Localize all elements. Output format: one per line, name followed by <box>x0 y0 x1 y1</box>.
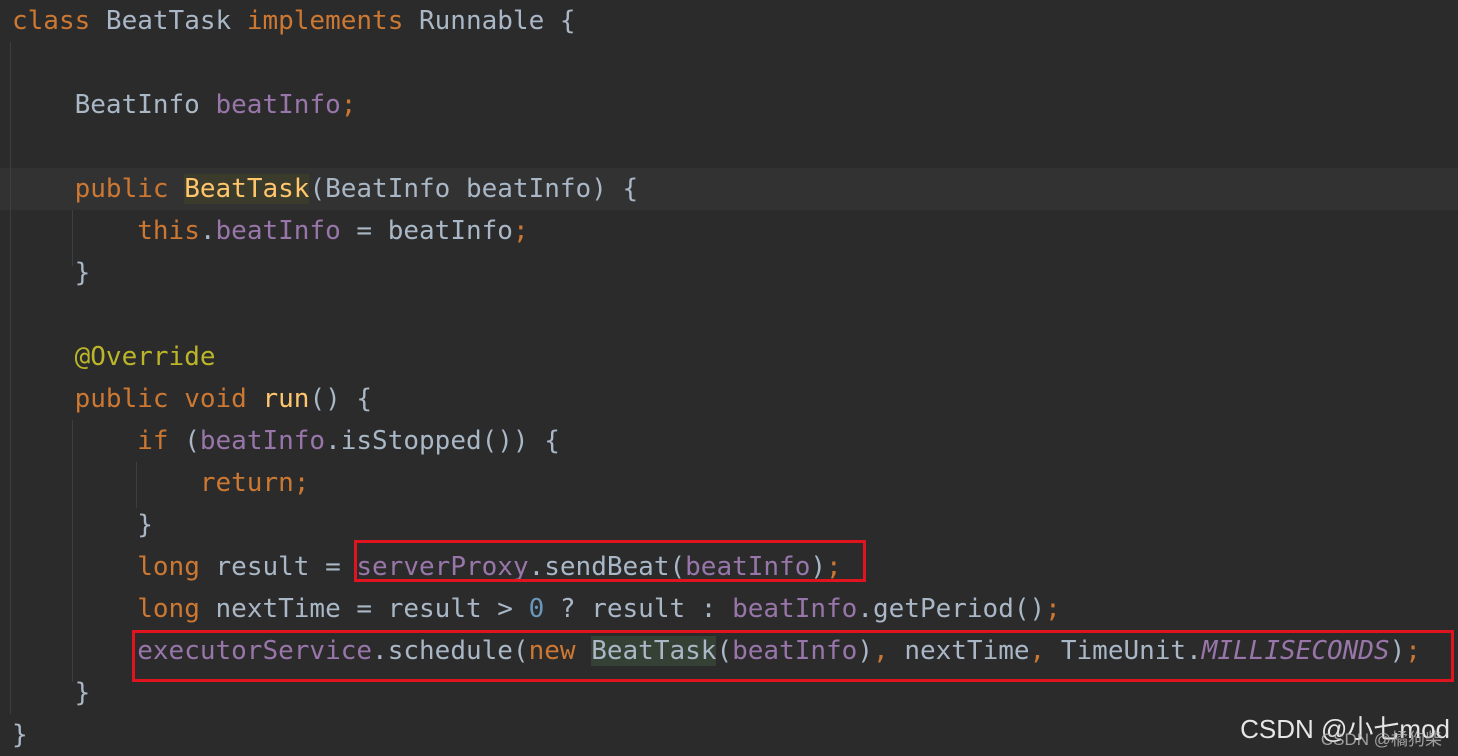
code-token: BeatTask <box>184 174 310 204</box>
code-token: Runnable { <box>419 6 576 36</box>
code-token: class <box>12 6 106 36</box>
code-token: beatInfo <box>215 90 341 120</box>
code-token: public void <box>74 384 263 414</box>
code-token: implements <box>246 6 419 36</box>
code-token: beatInfo <box>732 594 858 624</box>
code-token: nextTime = result > <box>215 594 529 624</box>
code-token: beatInfo <box>215 216 341 246</box>
code-line[interactable]: class BeatTask implements Runnable { <box>0 0 1458 42</box>
code-token: () { <box>309 384 373 414</box>
code-line[interactable] <box>0 294 1458 336</box>
code-token: } <box>12 510 153 540</box>
code-token: ( <box>184 426 200 456</box>
code-token: = beatInfo <box>340 216 513 246</box>
code-token: .isStopped()) { <box>325 426 560 456</box>
code-token: if <box>137 426 185 456</box>
code-line[interactable]: } <box>0 252 1458 294</box>
indent-guide <box>72 420 73 682</box>
code-token: ; <box>512 216 529 246</box>
indent-guide <box>10 42 11 714</box>
code-line[interactable] <box>0 42 1458 84</box>
highlight-box-schedule <box>132 630 1454 682</box>
code-token: 0 <box>528 594 545 624</box>
code-token: result = <box>215 552 357 582</box>
code-token: run <box>262 384 310 414</box>
code-line[interactable]: BeatInfo beatInfo; <box>0 84 1458 126</box>
code-editor[interactable]: } } executorService.schedule(new BeatTas… <box>0 0 1458 756</box>
code-token: beatInfo <box>199 426 326 456</box>
code-token: long <box>137 552 216 582</box>
code-token: } <box>12 720 28 750</box>
code-token: .getPeriod() <box>857 594 1046 624</box>
code-line[interactable]: this.beatInfo = beatInfo; <box>0 210 1458 252</box>
code-line[interactable]: public void run() { <box>0 378 1458 420</box>
code-token: public <box>74 174 185 204</box>
code-token: BeatInfo <box>12 90 216 120</box>
code-token: ; <box>1045 594 1061 624</box>
code-line[interactable]: public BeatTask(BeatInfo beatInfo) { <box>0 168 1458 210</box>
code-token: BeatTask <box>105 6 247 36</box>
code-token: return; <box>199 468 310 498</box>
code-line[interactable]: @Override <box>0 336 1458 378</box>
watermark-secondary: CSDN @橘狗柴 <box>1320 730 1442 749</box>
code-token: } <box>12 678 91 708</box>
code-token: (BeatInfo beatInfo) { <box>309 174 639 204</box>
indent-guide <box>72 210 73 266</box>
code-line[interactable]: long nextTime = result > 0 ? result : be… <box>0 588 1458 630</box>
code-token: @Override <box>74 342 216 372</box>
code-token: this <box>137 216 200 246</box>
code-token: ; <box>340 90 357 120</box>
highlight-box-sendbeat <box>354 540 866 582</box>
code-line[interactable]: return; <box>0 462 1458 504</box>
code-token: ? result : <box>544 594 733 624</box>
code-token: long <box>137 594 216 624</box>
code-line[interactable] <box>0 126 1458 168</box>
indent-guide <box>136 462 137 508</box>
code-token: } <box>12 258 91 288</box>
code-token: . <box>199 216 216 246</box>
code-line[interactable]: if (beatInfo.isStopped()) { <box>0 420 1458 462</box>
